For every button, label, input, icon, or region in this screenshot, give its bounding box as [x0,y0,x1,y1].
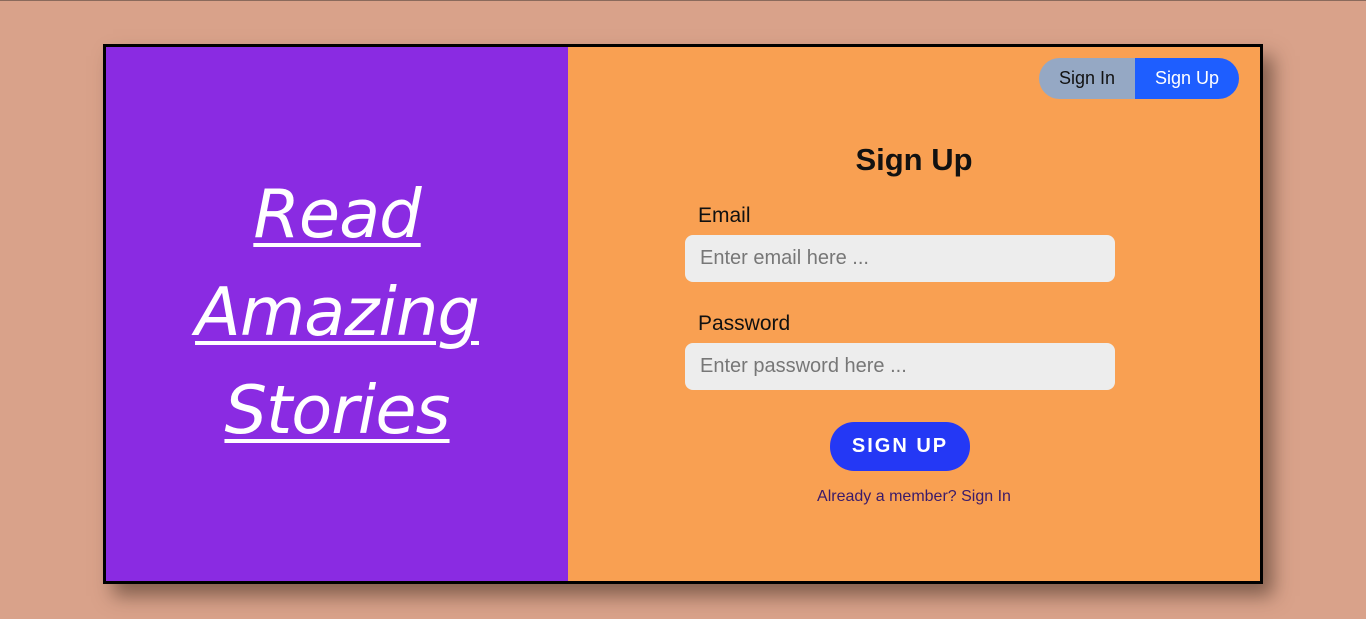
sign-up-submit-button[interactable]: SIGN UP [830,422,970,471]
hero-tagline: Read Amazing Stories [106,165,568,459]
switch-prefix: Already a member? [817,488,957,505]
form-panel: Sign In Sign Up Sign Up Email Password S… [568,47,1260,581]
email-input[interactable] [685,235,1115,282]
toggle-signin-button[interactable]: Sign In [1039,58,1135,99]
password-label: Password [698,312,791,335]
hero-panel: Read Amazing Stories [106,47,568,581]
form-title: Sign Up [855,142,973,177]
auth-card: Read Amazing Stories Sign In Sign Up Sig… [103,44,1263,584]
password-input[interactable] [685,343,1115,390]
auth-mode-toggle: Sign In Sign Up [1039,58,1239,99]
hero-tagline-line2: Stories [224,371,450,449]
hero-tagline-line1: Read Amazing [195,175,480,351]
switch-to-signin-link[interactable]: Sign In [961,488,1011,505]
switch-to-signin-text: Already a member? Sign In [568,488,1260,506]
email-label: Email [698,204,751,227]
toggle-signup-button[interactable]: Sign Up [1135,58,1239,99]
